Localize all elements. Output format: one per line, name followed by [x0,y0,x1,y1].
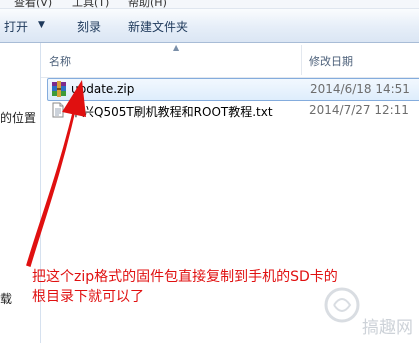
toolbar: 打开 ▼ 刻录 新建文件夹 [0,9,419,43]
menu-tools[interactable]: 工具(T) [72,0,109,8]
nav-item-partial[interactable]: 载 [0,290,12,307]
chevron-down-icon[interactable]: ▼ [38,20,45,30]
open-button[interactable]: 打开 [4,18,28,35]
column-header: ▲ 名称 修改日期 [41,43,419,78]
column-divider[interactable] [301,45,302,75]
file-modified: 2014/7/27 12:11 [309,103,409,117]
winrar-archive-icon [52,81,66,97]
file-row-update-zip[interactable]: update.zip 2014/6/18 14:51 [47,78,419,101]
annotation-note: 把这个zip格式的固件包直接复制到手机的SD卡的 根目录下就可以了 [32,267,392,307]
sort-indicator-icon: ▲ [173,43,180,52]
menu-bar: 查看(V) 工具(T) 帮助(H) [0,0,419,9]
column-modified-header[interactable]: 修改日期 [309,53,353,69]
annotation-line-1: 把这个zip格式的固件包直接复制到手机的SD卡的 [32,269,338,285]
file-name: 中兴Q505T刷机教程和ROOT教程.txt [70,105,273,119]
annotation-line-2: 根目录下就可以了 [32,289,144,305]
column-name-header[interactable]: 名称 [49,53,71,69]
menu-help[interactable]: 帮助(H) [128,0,167,8]
file-name: update.zip [71,82,135,96]
svg-text:搞趣网: 搞趣网 [362,318,413,338]
nav-item-partial[interactable]: 的位置 [0,109,36,126]
text-file-icon [52,102,64,118]
new-folder-button[interactable]: 新建文件夹 [128,18,188,35]
menu-view[interactable]: 查看(V) [14,0,52,8]
file-modified: 2014/6/18 14:51 [310,82,410,96]
burn-button[interactable]: 刻录 [77,18,101,35]
file-row-txt[interactable]: 中兴Q505T刷机教程和ROOT教程.txt 2014/7/27 12:11 [47,100,419,121]
